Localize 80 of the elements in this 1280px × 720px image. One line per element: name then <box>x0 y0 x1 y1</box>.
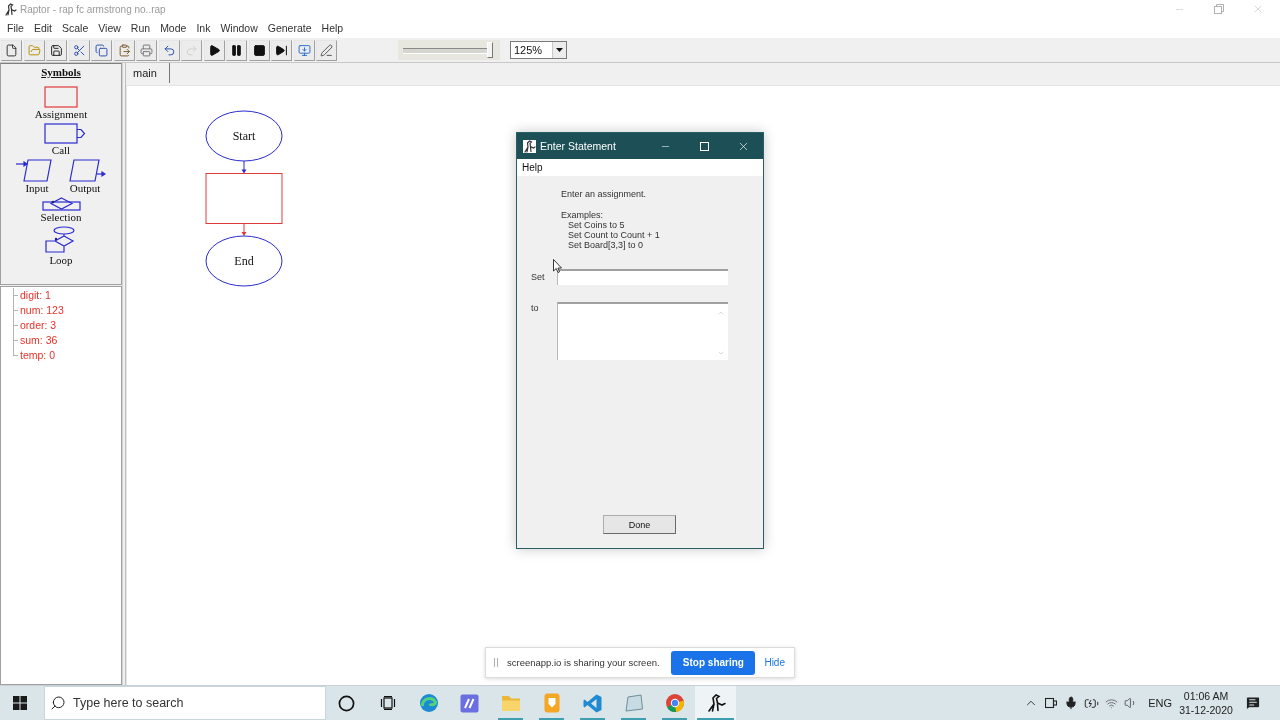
variable-entry: num: 123 <box>13 303 121 318</box>
ring-icon <box>338 694 355 712</box>
taskbar-app-button[interactable] <box>695 686 736 720</box>
loop-icon[interactable] <box>43 226 77 254</box>
grip-icon[interactable] <box>494 658 498 667</box>
symbol-label: Loop <box>49 254 73 266</box>
note-icon <box>543 693 560 713</box>
output-parallelogram-icon[interactable] <box>69 159 106 182</box>
search-icon <box>50 695 66 711</box>
example-line: Set Coins to 5 <box>568 220 625 230</box>
clock-date[interactable]: 31-12-2020 <box>1179 704 1233 716</box>
example-line: Set Board[3,3] to 0 <box>568 240 644 250</box>
done-button[interactable]: Done <box>603 515 676 534</box>
tablet-icon <box>623 694 644 712</box>
clock-time[interactable]: 01:06 AM <box>1183 690 1229 702</box>
examples-heading: Examples: <box>561 210 604 220</box>
search-field[interactable]: Type here to search <box>44 686 326 720</box>
variable-entry: digit: 1 <box>13 288 121 303</box>
menu-item[interactable]: Help <box>321 22 344 34</box>
menu-item[interactable]: View <box>98 22 121 34</box>
microphone-icon[interactable] <box>1064 696 1079 710</box>
window-title: Raptor - rap fc armstrong no..rap <box>20 3 166 15</box>
menu-item[interactable]: Help <box>522 162 543 173</box>
task-view-icon <box>379 696 396 710</box>
maximize-icon <box>700 141 709 151</box>
variable-entry: sum: 36 <box>13 333 121 348</box>
example-line: Set Count to Count + 1 <box>568 230 660 240</box>
restore-icon <box>1213 4 1224 14</box>
dialog-prompt: Enter an assignment. <box>561 189 647 199</box>
symbols-title: Symbols <box>41 66 81 79</box>
windows-logo-icon <box>13 696 27 710</box>
hide-link[interactable]: Hide <box>764 657 785 668</box>
menu-item[interactable]: File <box>7 22 24 34</box>
wheel-logo-icon <box>664 693 685 713</box>
diamond-icon[interactable] <box>41 197 81 211</box>
statement-input[interactable] <box>557 269 728 285</box>
wifi-icon[interactable] <box>1104 696 1118 710</box>
stop-sharing-button[interactable]: Stop sharing <box>671 650 756 675</box>
dropdown-arrow-button[interactable] <box>552 42 566 58</box>
symbol-label: Selection <box>40 211 82 223</box>
canvas-tab[interactable]: main <box>130 63 170 83</box>
share-message: screenapp.io is sharing your screen. <box>507 657 660 668</box>
swirl-icon <box>418 693 439 713</box>
flow-arrow <box>241 223 247 236</box>
menu-item[interactable]: Edit <box>33 22 52 34</box>
notification-icon <box>1245 695 1261 711</box>
field-label: to <box>531 302 540 314</box>
dialog-title: Enter Statement <box>540 140 616 152</box>
terminal-node[interactable]: Start <box>205 110 283 162</box>
variable-entry: temp: 0 <box>13 348 121 363</box>
folder-icon <box>500 694 521 712</box>
symbol-label: Output <box>69 182 101 194</box>
tile-icon <box>460 693 479 713</box>
menu-item[interactable]: Scale <box>62 22 89 34</box>
flow-arrow <box>241 160 247 174</box>
zoom-dropdown[interactable]: 125% <box>510 41 567 59</box>
menu-item[interactable]: Run <box>130 22 151 34</box>
dinosaur-icon <box>4 2 17 16</box>
dinosaur-icon <box>705 693 726 713</box>
zoom-slider-thumb[interactable] <box>487 42 493 58</box>
input-parallelogram-icon[interactable] <box>16 159 52 182</box>
field-label: Set <box>531 271 546 283</box>
mouse-pointer-icon <box>553 259 562 273</box>
rectangle-icon[interactable] <box>44 86 78 108</box>
variable-entry: order: 3 <box>13 318 121 333</box>
menu-item[interactable]: Window <box>220 22 258 34</box>
rectangle-arrow-icon[interactable] <box>44 123 86 144</box>
symbol-label: Call <box>51 144 71 156</box>
language-indicator[interactable]: ENG <box>1141 697 1179 709</box>
caret-icon <box>556 48 563 52</box>
menu-item[interactable]: Ink <box>196 22 211 34</box>
menu-item[interactable]: Mode <box>160 22 187 34</box>
symbol-label: Assignment <box>34 108 88 120</box>
dinosaur-icon <box>523 139 536 153</box>
terminal-node[interactable]: End <box>205 235 283 287</box>
assignment-node[interactable] <box>205 173 283 224</box>
menu-item[interactable]: Generate <box>267 22 312 34</box>
ribbon-icon <box>583 693 602 713</box>
camera-screen-icon[interactable] <box>1045 697 1058 709</box>
symbol-label: Input <box>25 182 49 194</box>
